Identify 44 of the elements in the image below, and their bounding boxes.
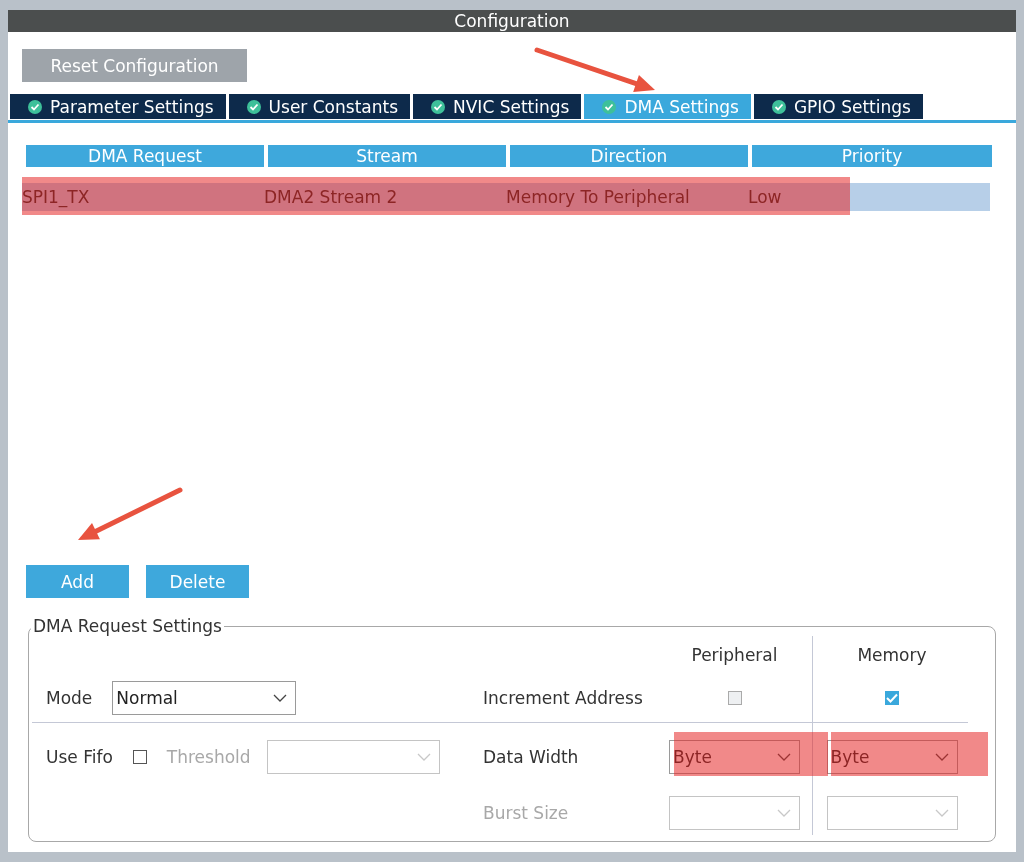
table-cell-text: Memory To Peripheral — [506, 186, 691, 209]
table-cell-text: DMA2 Stream 2 — [264, 186, 399, 209]
tab[interactable]: DMA Settings — [584, 94, 751, 119]
dropdown[interactable]: Byte — [826, 740, 958, 774]
group-title: DMA Request Settings — [32, 616, 223, 636]
column-header[interactable]: Stream — [268, 145, 506, 167]
checkbox[interactable] — [885, 691, 899, 705]
delete-button[interactable]: Delete — [146, 565, 249, 598]
add-button[interactable]: Add — [26, 565, 129, 598]
table-row[interactable]: SPI1_TX DMA2 Stream 2 Memory To Peripheral Low — [22, 183, 990, 211]
field-label: Data Width — [483, 747, 580, 767]
table-cell-text: SPI1_TX — [22, 186, 91, 210]
caret-icon — [273, 694, 288, 702]
tab[interactable]: GPIO Settings — [753, 94, 923, 119]
check-circle-icon — [771, 99, 786, 114]
field-label: Mode — [46, 688, 93, 708]
caret-icon — [777, 809, 791, 817]
dropdown[interactable]: Normal — [112, 681, 297, 715]
tab[interactable]: User Constants — [228, 94, 410, 119]
checkbox[interactable] — [132, 750, 147, 764]
reset-button[interactable]: Reset Configuration — [22, 49, 247, 82]
column-header[interactable]: Priority — [752, 145, 992, 167]
check-circle-icon — [602, 99, 617, 114]
check-circle-icon — [431, 99, 445, 114]
caret-icon — [934, 809, 949, 817]
tab[interactable]: NVIC Settings — [413, 94, 582, 119]
caret-icon — [934, 753, 949, 761]
field-label: Threshold — [166, 747, 251, 767]
field-label: Burst Size — [483, 803, 570, 823]
column-header[interactable]: Direction — [510, 145, 748, 167]
caret-icon — [416, 753, 431, 761]
caret-icon — [777, 753, 791, 761]
dropdown[interactable]: Byte — [669, 740, 800, 774]
tab[interactable]: Parameter Settings — [10, 94, 226, 119]
column-header[interactable]: DMA Request — [26, 145, 264, 167]
column-label: Peripheral — [691, 645, 778, 665]
column-label: Memory — [857, 645, 927, 665]
window-title: Configuration — [8, 10, 1016, 32]
field-label: Use Fifo — [46, 747, 113, 767]
table-cell-text: Low — [748, 186, 783, 209]
field-label: Increment Address — [483, 688, 644, 708]
check-circle-icon — [28, 99, 42, 114]
checkbox[interactable] — [727, 691, 742, 705]
check-circle-icon — [246, 99, 261, 114]
